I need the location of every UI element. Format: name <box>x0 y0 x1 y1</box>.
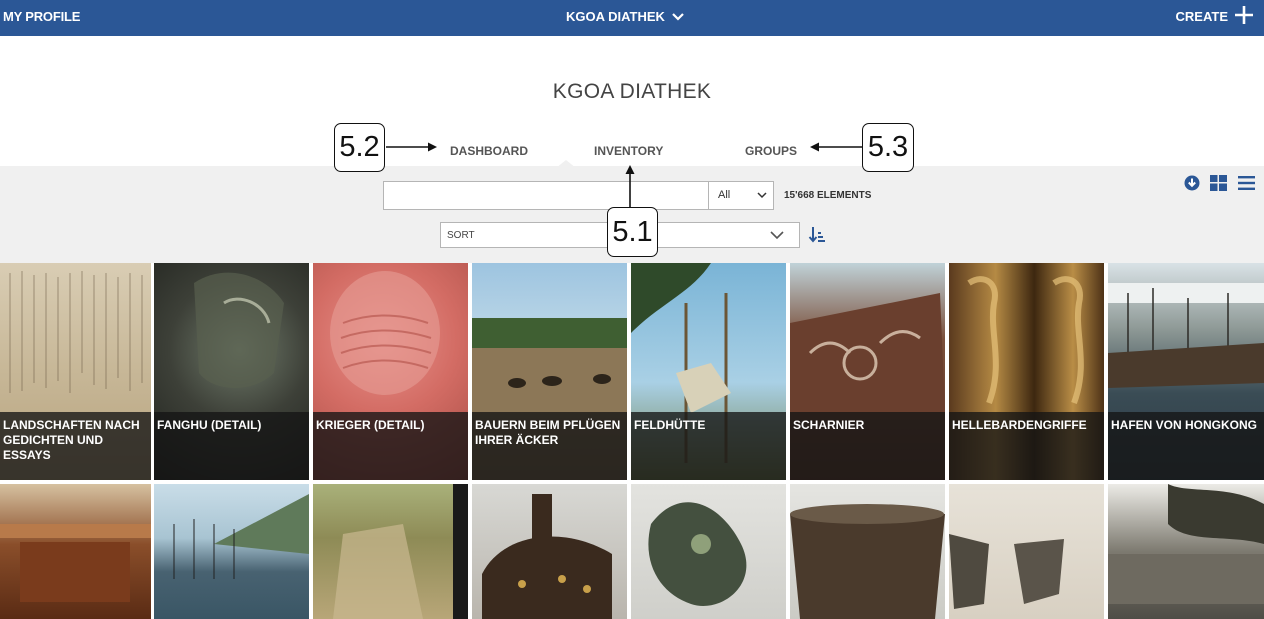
sort-label: SORT <box>447 230 475 241</box>
chevron-down-icon <box>770 231 784 240</box>
tile-caption: HAFEN VON HONGKONG <box>1108 412 1264 480</box>
element-count: 15'668 ELEMENTS <box>784 190 872 201</box>
tile-caption: HELLEBARDENGRIFFE <box>949 412 1104 480</box>
tile-caption: KRIEGER (DETAIL) <box>313 412 468 480</box>
media-tile[interactable]: SCHARNIER <box>790 263 945 480</box>
media-tile[interactable]: HELLEBARDENGRIFFE <box>949 263 1104 480</box>
tile-image <box>333 484 468 619</box>
media-tile[interactable] <box>790 484 945 619</box>
chevron-down-icon <box>672 12 684 21</box>
app-switcher-label: KGOA DIATHEK <box>566 9 665 24</box>
tab-dashboard[interactable]: DASHBOARD <box>450 144 528 158</box>
tile-caption: BAUERN BEIM PFLÜGEN IHRER ÄCKER <box>472 412 627 480</box>
tile-image <box>648 502 747 606</box>
media-tile[interactable] <box>313 484 468 619</box>
tile-image <box>194 272 284 388</box>
media-tile[interactable]: KRIEGER (DETAIL) <box>313 263 468 480</box>
callout-dashboard: 5.2 <box>334 123 385 172</box>
top-bar: MY PROFILE KGOA DIATHEK CREATE <box>0 0 1264 36</box>
create-label: CREATE <box>1175 8 1228 24</box>
tile-caption: FANGHU (DETAIL) <box>154 412 309 480</box>
callout-groups: 5.3 <box>862 123 914 172</box>
media-tile[interactable]: LANDSCHAFTEN NACH GEDICHTEN UND ESSAYS <box>0 263 151 480</box>
page-title: KGOA DIATHEK <box>552 80 712 103</box>
sort-direction-icon[interactable] <box>808 226 826 244</box>
media-tile[interactable]: HAFEN VON HONGKONG <box>1108 263 1264 480</box>
media-tile[interactable]: FANGHU (DETAIL) <box>154 263 309 480</box>
search-scope-value: All <box>718 189 731 201</box>
chevron-down-icon <box>757 192 767 199</box>
search-scope-select[interactable]: All <box>708 181 774 210</box>
tile-image <box>472 318 627 413</box>
app-root: MY PROFILE KGOA DIATHEK CREATE KGOA DIAT… <box>0 0 1264 619</box>
tile-caption: LANDSCHAFTEN NACH GEDICHTEN UND ESSAYS <box>0 412 151 480</box>
app-switcher[interactable]: KGOA DIATHEK <box>566 9 685 24</box>
tile-image <box>0 524 151 602</box>
create-button[interactable]: CREATE <box>1176 5 1254 25</box>
tile-caption: SCHARNIER <box>790 412 945 480</box>
tile-image <box>1108 484 1264 604</box>
callout-inventory: 5.1 <box>607 207 658 257</box>
my-profile-link[interactable]: MY PROFILE <box>3 9 80 24</box>
tile-image <box>967 276 1084 405</box>
tile-image <box>9 271 143 393</box>
tile-image <box>330 271 440 395</box>
media-tile[interactable] <box>1108 484 1264 619</box>
tile-image <box>790 504 945 619</box>
tile-image <box>173 494 309 579</box>
tile-caption: FELDHÜTTE <box>631 412 786 480</box>
media-tile[interactable] <box>949 484 1104 619</box>
media-tile[interactable] <box>472 484 627 619</box>
tab-groups[interactable]: GROUPS <box>745 144 797 158</box>
download-icon[interactable] <box>1184 175 1200 191</box>
media-tile[interactable] <box>154 484 309 619</box>
tile-image <box>949 534 1064 609</box>
active-tab-pointer <box>556 160 576 168</box>
media-tile[interactable] <box>0 484 151 619</box>
plus-icon <box>1235 6 1253 24</box>
tile-image <box>482 494 612 619</box>
media-tile[interactable] <box>631 484 786 619</box>
tab-inventory[interactable]: INVENTORY <box>594 144 663 158</box>
grid-view-icon[interactable] <box>1210 175 1227 191</box>
search-input[interactable] <box>383 181 709 210</box>
tile-image <box>1108 283 1264 388</box>
media-tile[interactable]: BAUERN BEIM PFLÜGEN IHRER ÄCKER <box>472 263 627 480</box>
tile-image <box>790 293 945 413</box>
list-view-icon[interactable] <box>1238 175 1255 191</box>
media-tile[interactable]: FELDHÜTTE <box>631 263 786 480</box>
